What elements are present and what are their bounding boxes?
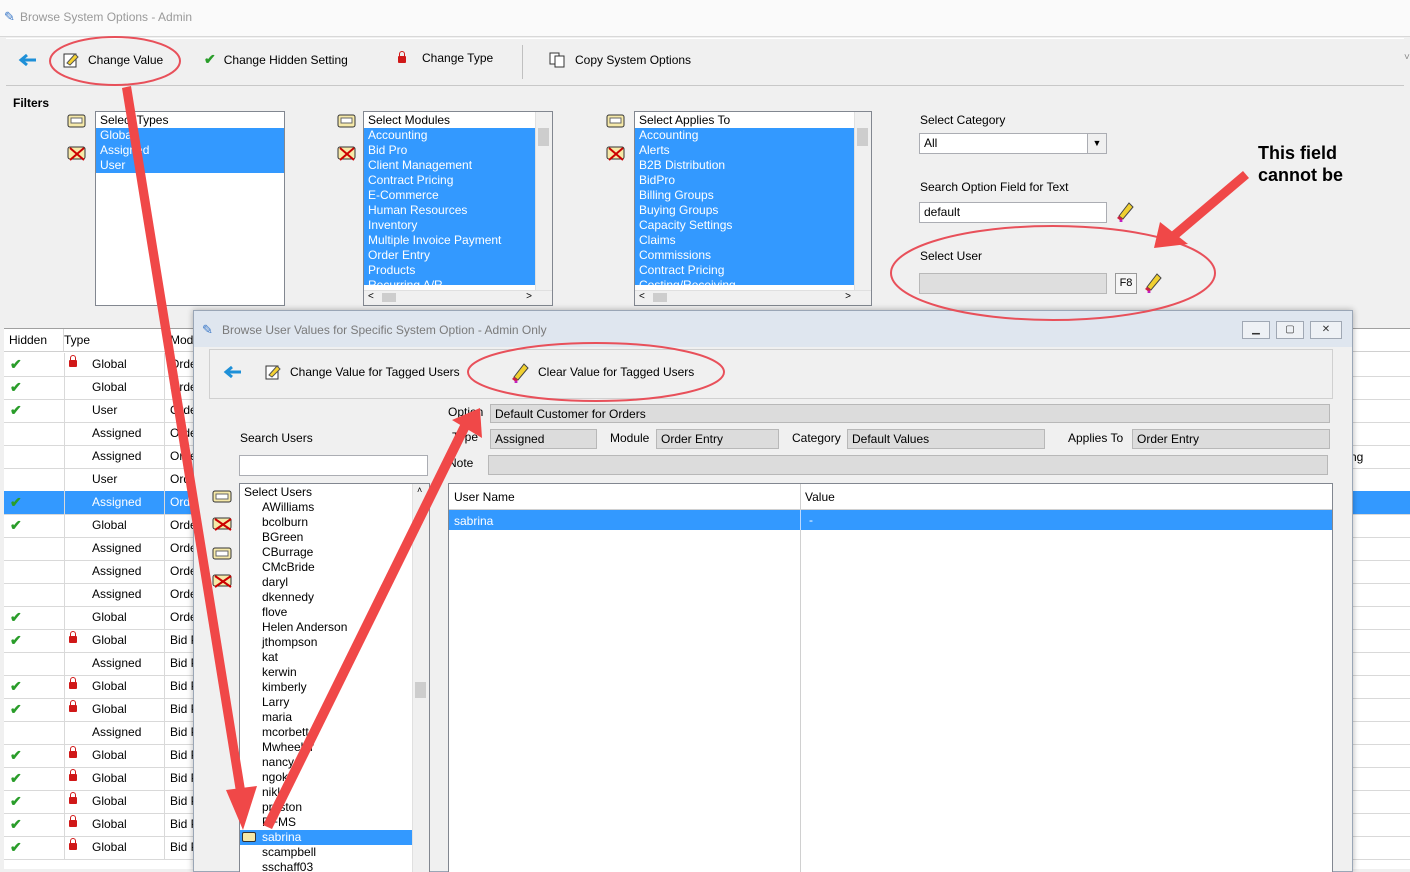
change-value-highlight-ellipse xyxy=(49,36,181,86)
clear-value-highlight-ellipse xyxy=(467,342,725,402)
arrow-shaft-note xyxy=(1170,171,1249,240)
annotation-overlay xyxy=(49,36,1249,830)
arrow-head-down xyxy=(226,786,257,830)
arrow-shaft-down xyxy=(122,86,246,798)
arrow-shaft-up xyxy=(263,419,472,829)
